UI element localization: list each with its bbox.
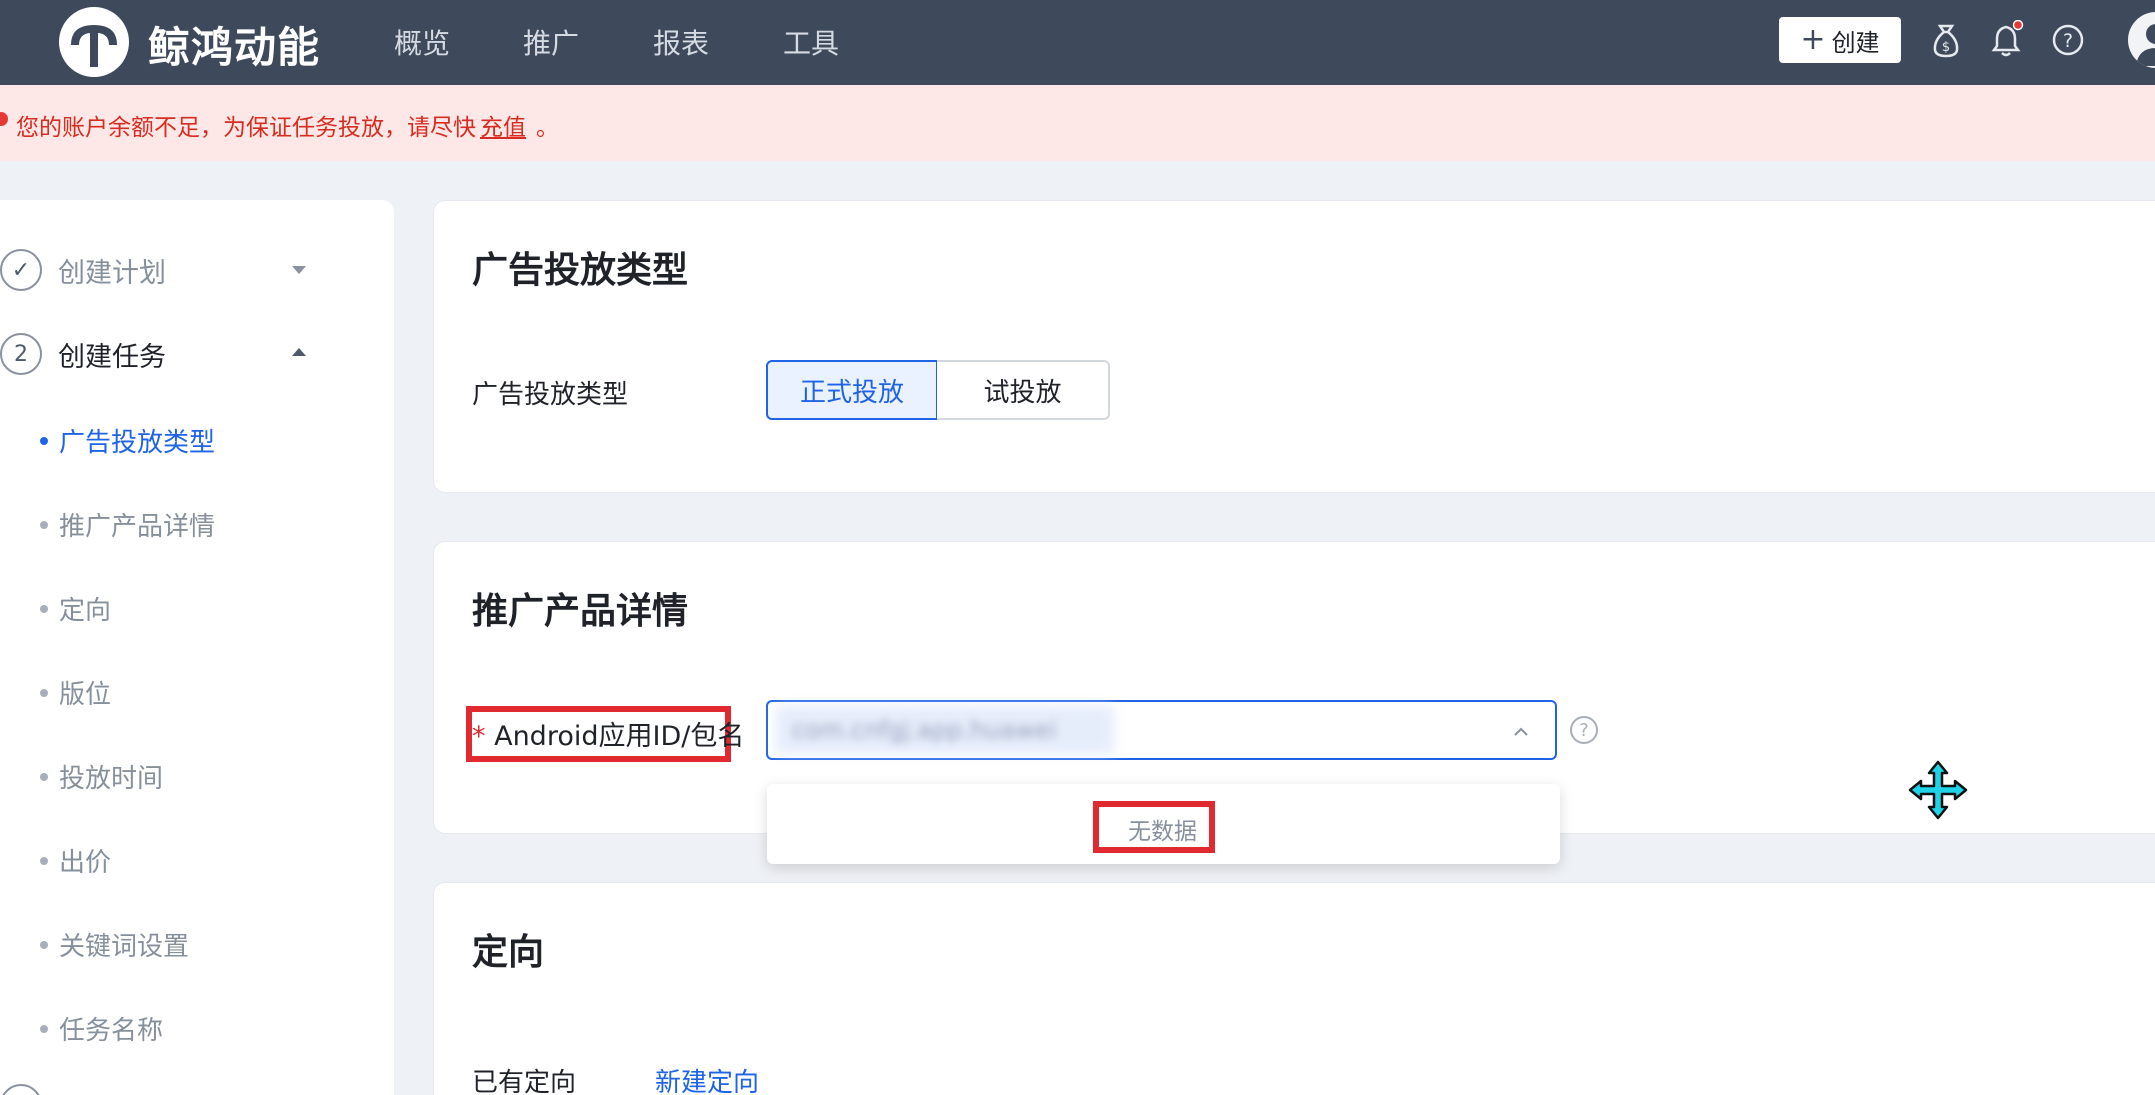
recharge-link[interactable]: 充值 [480, 108, 526, 142]
svg-text:$: $ [1942, 40, 1950, 55]
bullet-icon [40, 773, 48, 781]
money-bag-icon[interactable]: $ [1926, 20, 1966, 60]
alert-message-tail: 。 [536, 115, 559, 141]
create-button-label: 创建 [1831, 28, 1880, 57]
move-cursor-icon [1908, 760, 1968, 820]
bullet-icon [40, 941, 48, 949]
sidebar-item-label: 推广产品详情 [59, 512, 216, 542]
bullet-icon [40, 437, 48, 445]
android-app-id-value: com.cnfgj.app.huawei [792, 716, 1057, 744]
ad-type-card: 广告投放类型 [433, 200, 2155, 493]
bullet-icon [40, 521, 48, 529]
brand-name: 鲸鸿动能 [148, 23, 321, 72]
sidebar-item-label: 出价 [59, 848, 112, 878]
new-targeting-link[interactable]: 新建定向 [655, 1062, 759, 1095]
nav-tools[interactable]: 工具 [783, 22, 839, 62]
help-icon[interactable]: ? [1570, 716, 1598, 744]
nav-overview[interactable]: 概览 [394, 22, 450, 62]
bullet-icon [40, 689, 48, 697]
check-icon: ✓ [0, 249, 42, 291]
alert-message: 您的账户余额不足，为保证任务投放，请尽快 [16, 115, 476, 141]
sidebar-item-label: 广告投放类型 [59, 428, 216, 458]
bullet-icon [40, 1025, 48, 1033]
create-button[interactable]: + 创建 [1779, 17, 1901, 63]
bell-icon[interactable] [1986, 19, 2026, 60]
step-number-2: 2 [0, 333, 42, 375]
android-app-id-label-text: Android应用ID/包名 [494, 721, 745, 752]
svg-text:?: ? [2063, 30, 2073, 52]
sidebar-item-label: 定向 [59, 596, 112, 626]
nav-promotion[interactable]: 推广 [523, 22, 579, 62]
product-details-title: 推广产品详情 [472, 591, 689, 632]
brand-logo-icon[interactable] [59, 7, 129, 77]
trial-delivery-option[interactable]: 试投放 [937, 360, 1110, 420]
step-sidebar: ✓ 创建计划 2 创建任务 广告投放类型 推广产品详情 定向 版位 投放时间 出… [0, 200, 394, 1095]
required-mark: * [472, 721, 486, 752]
step-3-circle [0, 1084, 42, 1095]
android-app-id-select[interactable]: com.cnfgj.app.huawei [766, 700, 1557, 760]
targeting-title: 定向 [472, 932, 545, 973]
ad-type-label: 广告投放类型 [472, 380, 629, 410]
plus-icon: + [1800, 22, 1826, 57]
sidebar-item-label: 任务名称 [59, 1016, 164, 1046]
official-delivery-option[interactable]: 正式投放 [766, 360, 938, 420]
dropdown-empty-text: 无数据 [1128, 819, 1197, 845]
step-create-task-label: 创建任务 [58, 341, 166, 373]
nav-reports[interactable]: 报表 [653, 22, 709, 62]
chevron-up-icon[interactable] [292, 348, 306, 356]
sidebar-item-label: 投放时间 [59, 764, 164, 794]
sidebar-item-label: 关键词设置 [59, 932, 190, 962]
sidebar-item-label: 版位 [59, 680, 112, 710]
ad-type-title: 广告投放类型 [472, 250, 689, 291]
chevron-up-icon [1514, 727, 1528, 736]
bullet-icon [40, 857, 48, 865]
help-icon[interactable]: ? [2048, 20, 2088, 60]
android-app-id-label: * Android应用ID/包名 [472, 714, 744, 753]
existing-targeting-label: 已有定向 [472, 1068, 577, 1095]
step-create-plan-label: 创建计划 [58, 257, 166, 289]
bullet-icon [40, 605, 48, 613]
chevron-down-icon[interactable] [292, 266, 306, 274]
